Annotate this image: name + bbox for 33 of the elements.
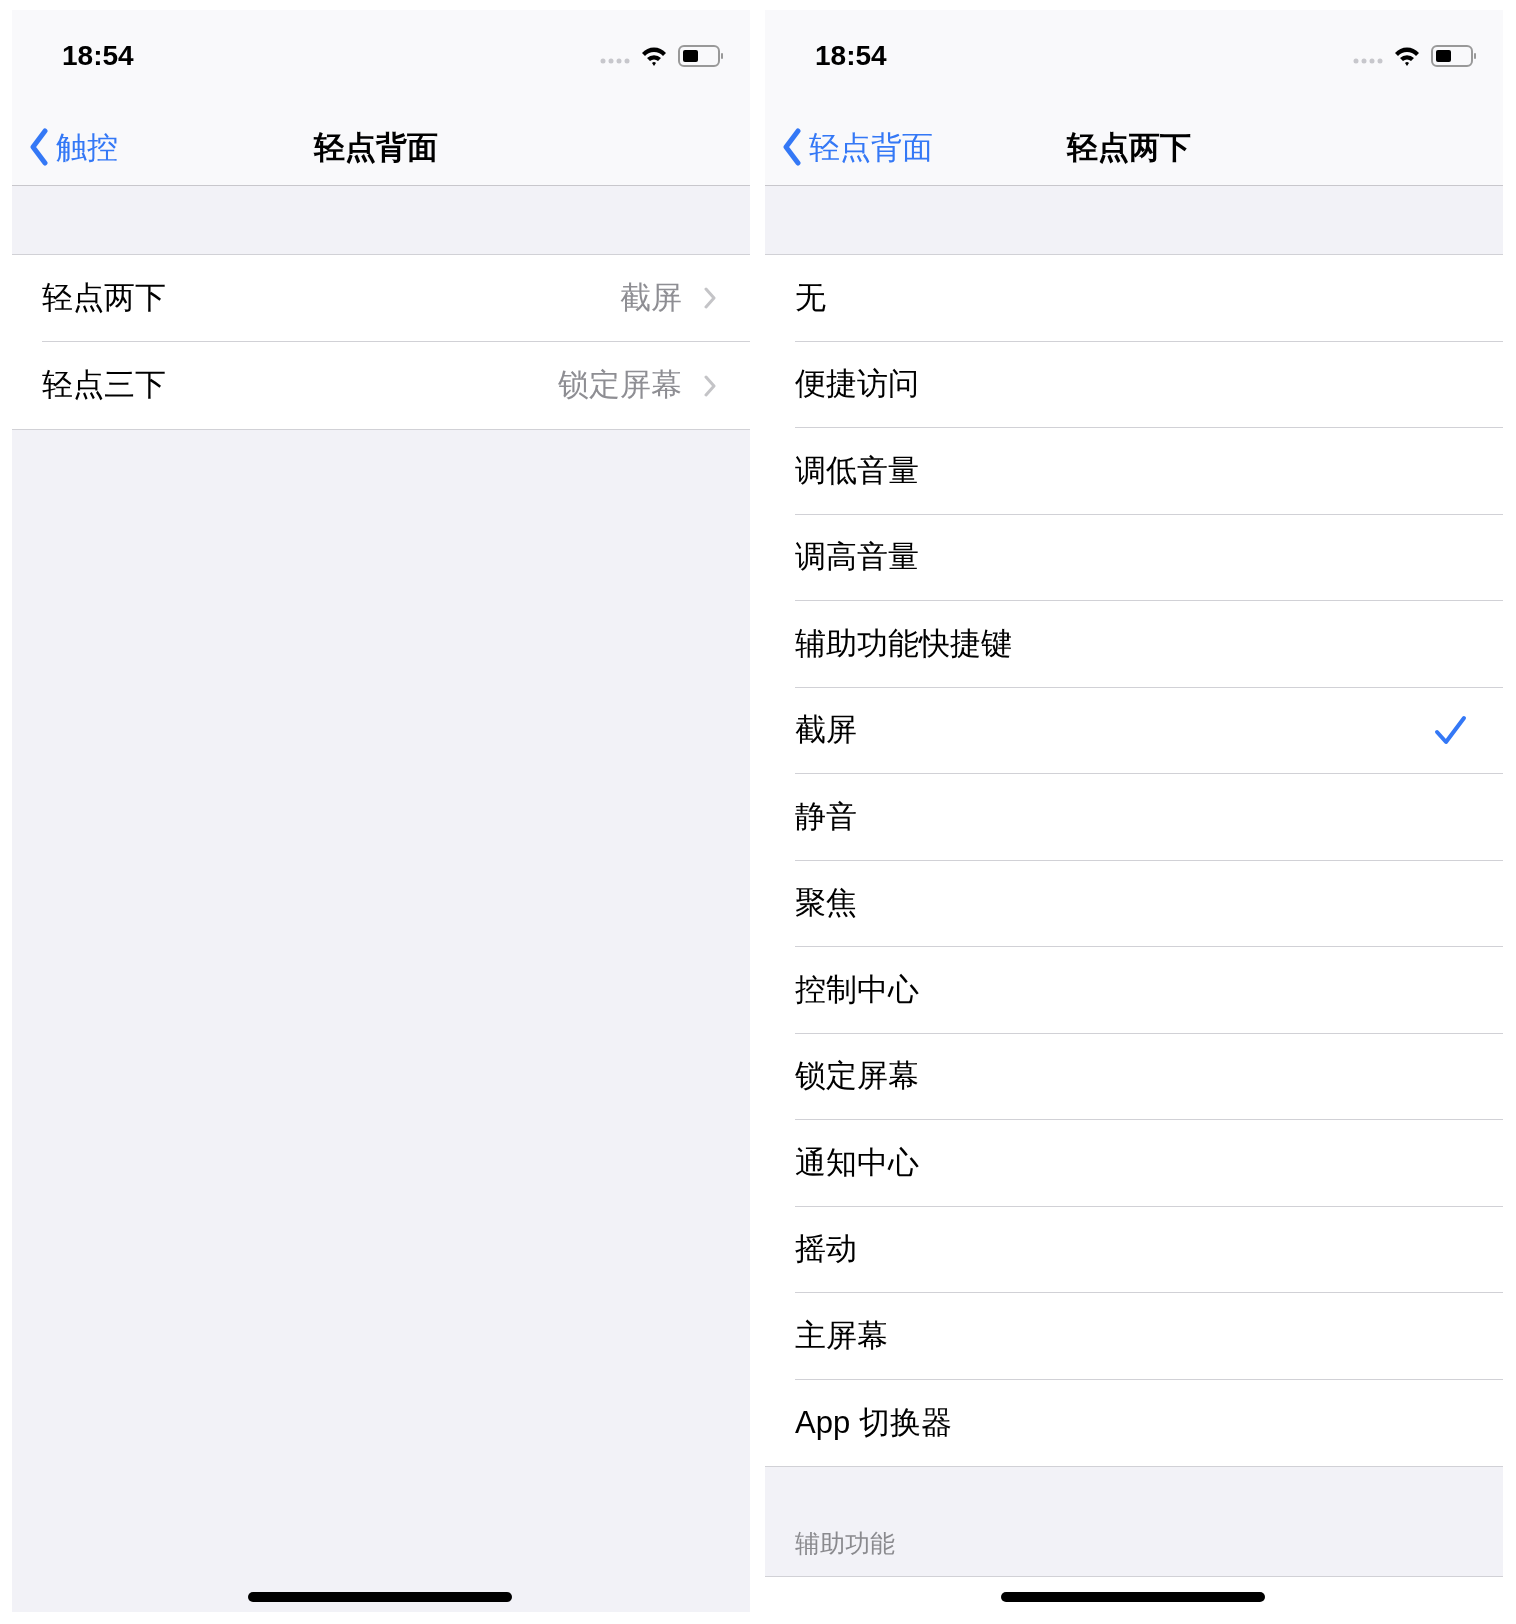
back-chevron-icon: [28, 128, 50, 166]
status-time: 18:54: [815, 39, 887, 73]
battery-icon: [678, 45, 724, 67]
option-row[interactable]: 控制中心: [795, 947, 1503, 1034]
option-row[interactable]: App 切换器: [795, 1379, 1503, 1466]
option-row[interactable]: 摇动: [795, 1206, 1503, 1293]
settings-row[interactable]: 轻点两下 截屏: [42, 255, 750, 342]
section-header: 辅助功能: [795, 1527, 895, 1559]
back-chevron-icon: [781, 128, 803, 166]
battery-icon: [1431, 45, 1477, 67]
screen-title: 轻点两下: [1067, 132, 1191, 163]
option-row[interactable]: 聚焦: [795, 860, 1503, 947]
chevron-icon: [704, 287, 716, 309]
wifi-icon: [640, 45, 668, 67]
signal-icon: [600, 57, 630, 65]
option-row[interactable]: 辅助功能快捷键: [795, 601, 1503, 688]
chevron-icon: [704, 374, 716, 397]
screen-title: 轻点背面: [314, 132, 438, 163]
option-row[interactable]: 调高音量: [795, 514, 1503, 601]
option-row[interactable]: 通知中心: [795, 1120, 1503, 1207]
option-row[interactable]: 调低音量: [795, 428, 1503, 515]
wifi-icon: [1393, 45, 1421, 67]
back-button[interactable]: 触控: [28, 128, 118, 166]
signal-icon: [1353, 57, 1383, 65]
settings-row[interactable]: 轻点三下 锁定屏幕: [42, 342, 750, 429]
option-row[interactable]: 截屏: [795, 687, 1503, 774]
option-row[interactable]: 锁定屏幕: [795, 1033, 1503, 1120]
back-button[interactable]: 轻点背面: [781, 128, 933, 166]
option-row[interactable]: 主屏幕: [795, 1293, 1503, 1380]
option-row[interactable]: 静音: [795, 774, 1503, 861]
option-row[interactable]: 无: [795, 255, 1503, 342]
status-time: 18:54: [62, 39, 134, 73]
option-row[interactable]: 便捷访问: [795, 341, 1503, 428]
